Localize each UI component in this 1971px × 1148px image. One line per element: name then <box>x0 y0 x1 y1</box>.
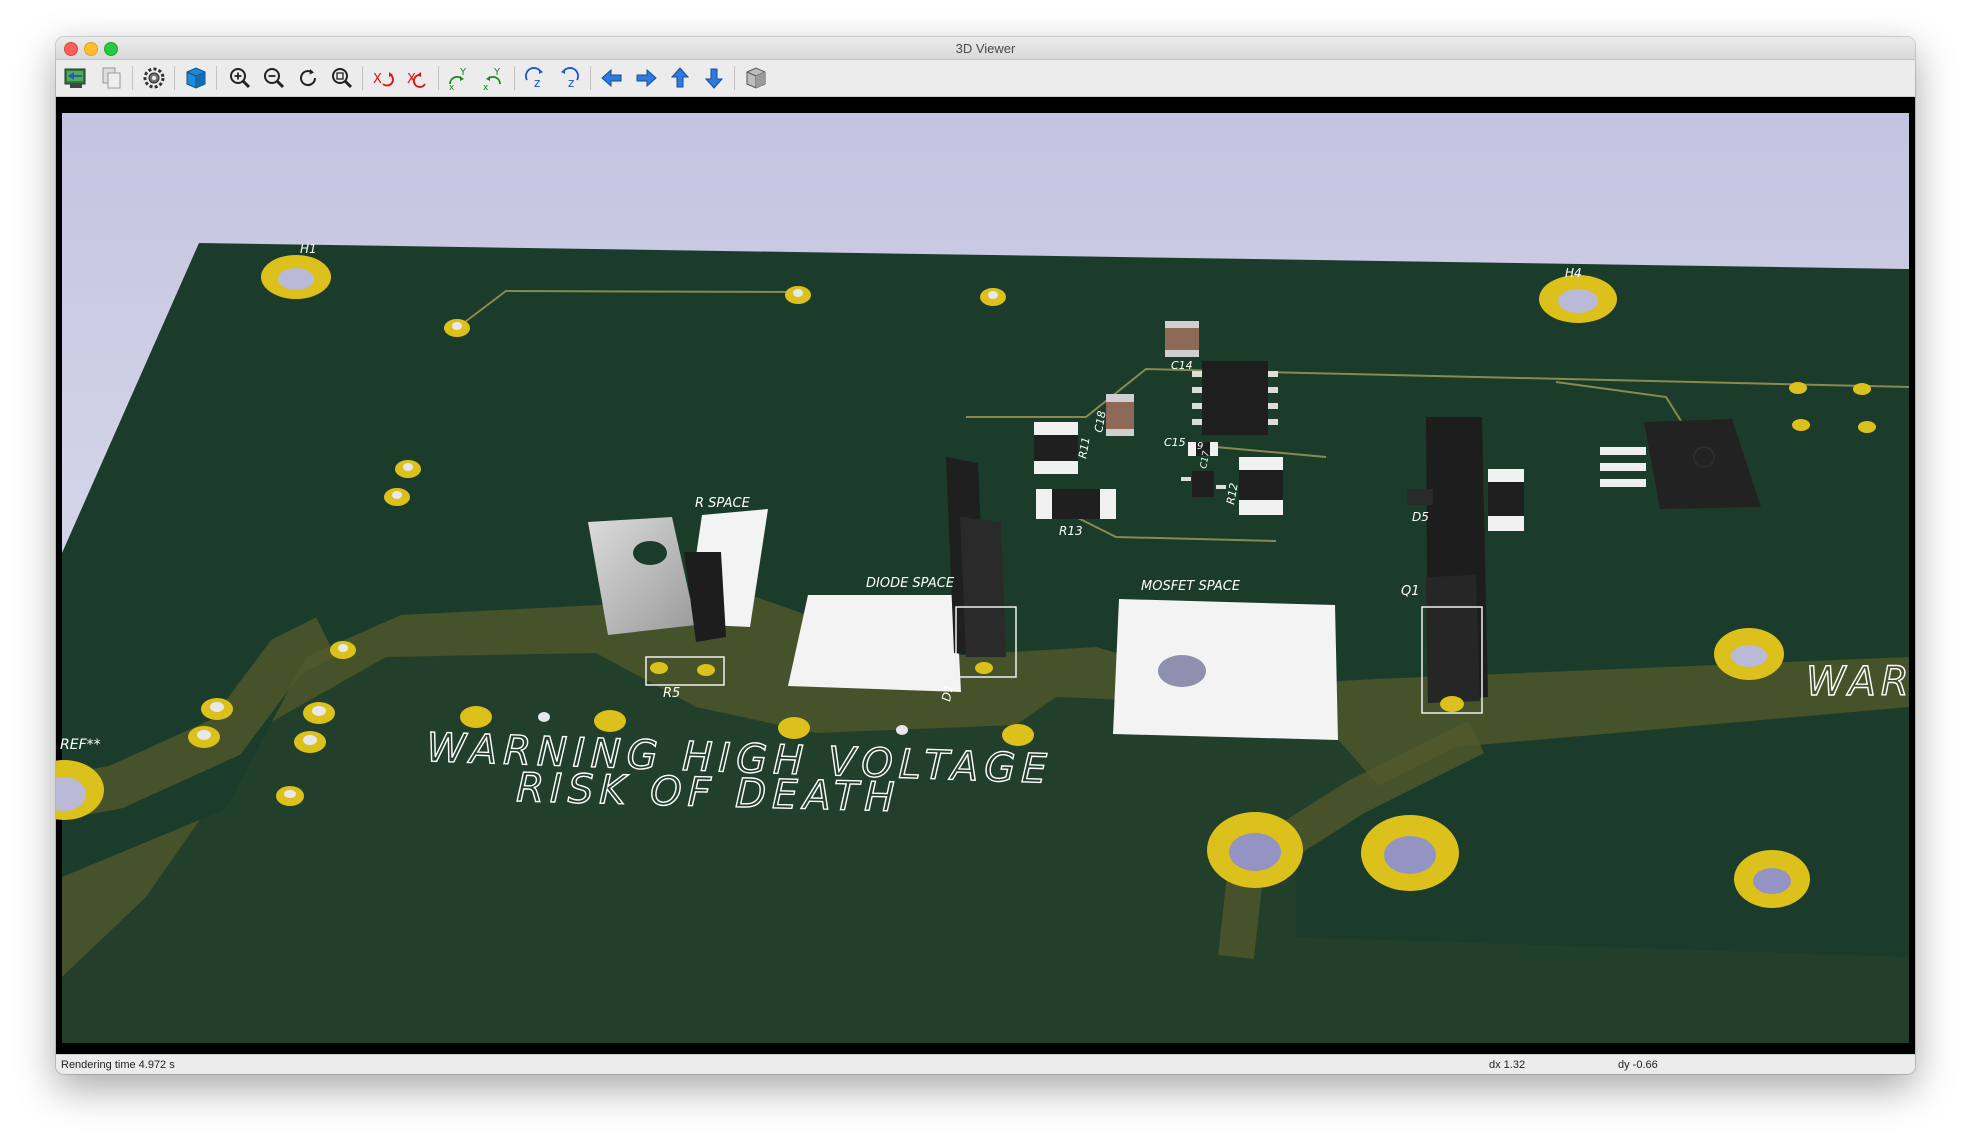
window-title: 3D Viewer <box>955 41 1016 56</box>
resistor-near-q1 <box>1488 469 1524 531</box>
rotate-z-cw-icon: z <box>525 67 543 90</box>
ortho-view-button[interactable] <box>742 64 770 92</box>
label-r-space: R SPACE <box>695 496 751 511</box>
label-r13: R13 <box>1059 524 1083 538</box>
rotate-y-ccw-icon: Y x <box>483 67 501 93</box>
zoom-in-icon <box>230 68 251 89</box>
resistor-r13 <box>1036 489 1116 519</box>
status-bar: Rendering time 4.972 s dx 1.32 dy -0.66 <box>56 1054 1915 1074</box>
svg-text:z: z <box>534 76 540 90</box>
mounting-hole-h4 <box>1539 275 1617 323</box>
copy-image-button[interactable] <box>98 64 126 92</box>
large-pad <box>1361 815 1459 891</box>
title-bar[interactable]: 3D Viewer <box>56 37 1915 60</box>
diode-space-pad <box>788 595 961 692</box>
zoom-in-button[interactable] <box>226 64 254 92</box>
raytracing-button[interactable] <box>182 64 210 92</box>
move-left-button[interactable] <box>598 64 626 92</box>
mosfet-space-pad <box>1113 599 1338 740</box>
ic-u1 <box>1192 361 1278 435</box>
ortho-view-cube-icon <box>746 67 766 89</box>
rotate-y-cw-icon: Y x <box>449 67 467 93</box>
label-q1: Q1 <box>1401 584 1420 599</box>
silkscreen-right-warning: WAR <box>1806 659 1914 705</box>
label-d5: D5 <box>1412 510 1429 524</box>
large-pad <box>1714 628 1784 680</box>
zoom-fit-button[interactable] <box>328 64 356 92</box>
rotate-z-counterclockwise-button[interactable]: z <box>556 64 584 92</box>
svg-text:X: X <box>373 72 382 87</box>
rendering-time: Rendering time 4.972 s <box>61 1059 175 1071</box>
resistor-r12 <box>1239 457 1283 515</box>
label-h4: H4 <box>1565 266 1582 280</box>
preferences-button[interactable] <box>140 64 168 92</box>
move-up-icon <box>670 67 690 88</box>
zoom-out-icon <box>264 68 285 89</box>
rotate-z-clockwise-button[interactable]: z <box>522 64 550 92</box>
preferences-gear-icon <box>143 67 165 89</box>
zoom-redraw-icon <box>300 69 317 87</box>
large-pad <box>1734 850 1810 908</box>
capacitor-c14 <box>1165 321 1199 357</box>
svg-text:z: z <box>568 76 574 90</box>
viewer-window: 3D Viewer X X Y x Y x z z H1 H4 REF** R … <box>56 37 1915 1074</box>
svg-text:x: x <box>483 83 489 92</box>
mounting-hole-h1 <box>261 255 331 299</box>
move-up-button[interactable] <box>666 64 694 92</box>
zoom-fit-icon <box>332 68 353 89</box>
label-mosfet-space: MOSFET SPACE <box>1141 579 1241 594</box>
large-pad <box>1207 812 1303 888</box>
rotate-x-clockwise-button[interactable]: X <box>370 64 398 92</box>
rotate-z-ccw-icon: z <box>561 67 579 90</box>
move-right-button[interactable] <box>632 64 660 92</box>
dy-readout: dy -0.66 <box>1618 1059 1658 1071</box>
3d-viewport[interactable]: H1 H4 REF** R SPACE DIODE SPACE MOSFET S… <box>56 97 1915 1054</box>
toolbar: X X Y x Y x z z <box>56 60 1915 97</box>
move-right-icon <box>636 68 657 88</box>
label-diode-space: DIODE SPACE <box>866 576 955 591</box>
reload-board-icon <box>64 68 86 88</box>
resistor-r11 <box>1034 422 1078 474</box>
move-down-button[interactable] <box>700 64 728 92</box>
label-c14: C14 <box>1171 359 1193 372</box>
dx-readout: dx 1.32 <box>1489 1059 1526 1071</box>
svg-text:x: x <box>449 83 455 92</box>
raytracing-cube-icon <box>186 67 206 89</box>
redraw-button[interactable] <box>294 64 322 92</box>
rotate-x-cw-icon: X <box>373 72 394 87</box>
capacitor-c18 <box>1106 394 1134 436</box>
pcb-render[interactable]: H1 H4 REF** R SPACE DIODE SPACE MOSFET S… <box>56 97 1915 1054</box>
label-h1: H1 <box>300 242 317 256</box>
label-c15: C15 <box>1164 436 1186 449</box>
zoom-out-button[interactable] <box>260 64 288 92</box>
label-d1: D1 <box>939 683 956 702</box>
mosfet-q1 <box>1421 417 1488 714</box>
label-ref: REF** <box>60 737 101 753</box>
move-left-icon <box>601 68 622 88</box>
rotate-x-counterclockwise-button[interactable]: X <box>404 64 432 92</box>
rotate-x-ccw-icon: X <box>407 72 426 88</box>
move-down-icon <box>704 68 724 89</box>
copy-image-icon <box>102 67 121 89</box>
reload-board-button[interactable] <box>62 64 90 92</box>
label-r5: R5 <box>663 686 680 701</box>
diode-d5 <box>1407 489 1433 505</box>
rotate-y-clockwise-button[interactable]: Y x <box>446 64 474 93</box>
rotate-y-counterclockwise-button[interactable]: Y x <box>480 64 508 93</box>
